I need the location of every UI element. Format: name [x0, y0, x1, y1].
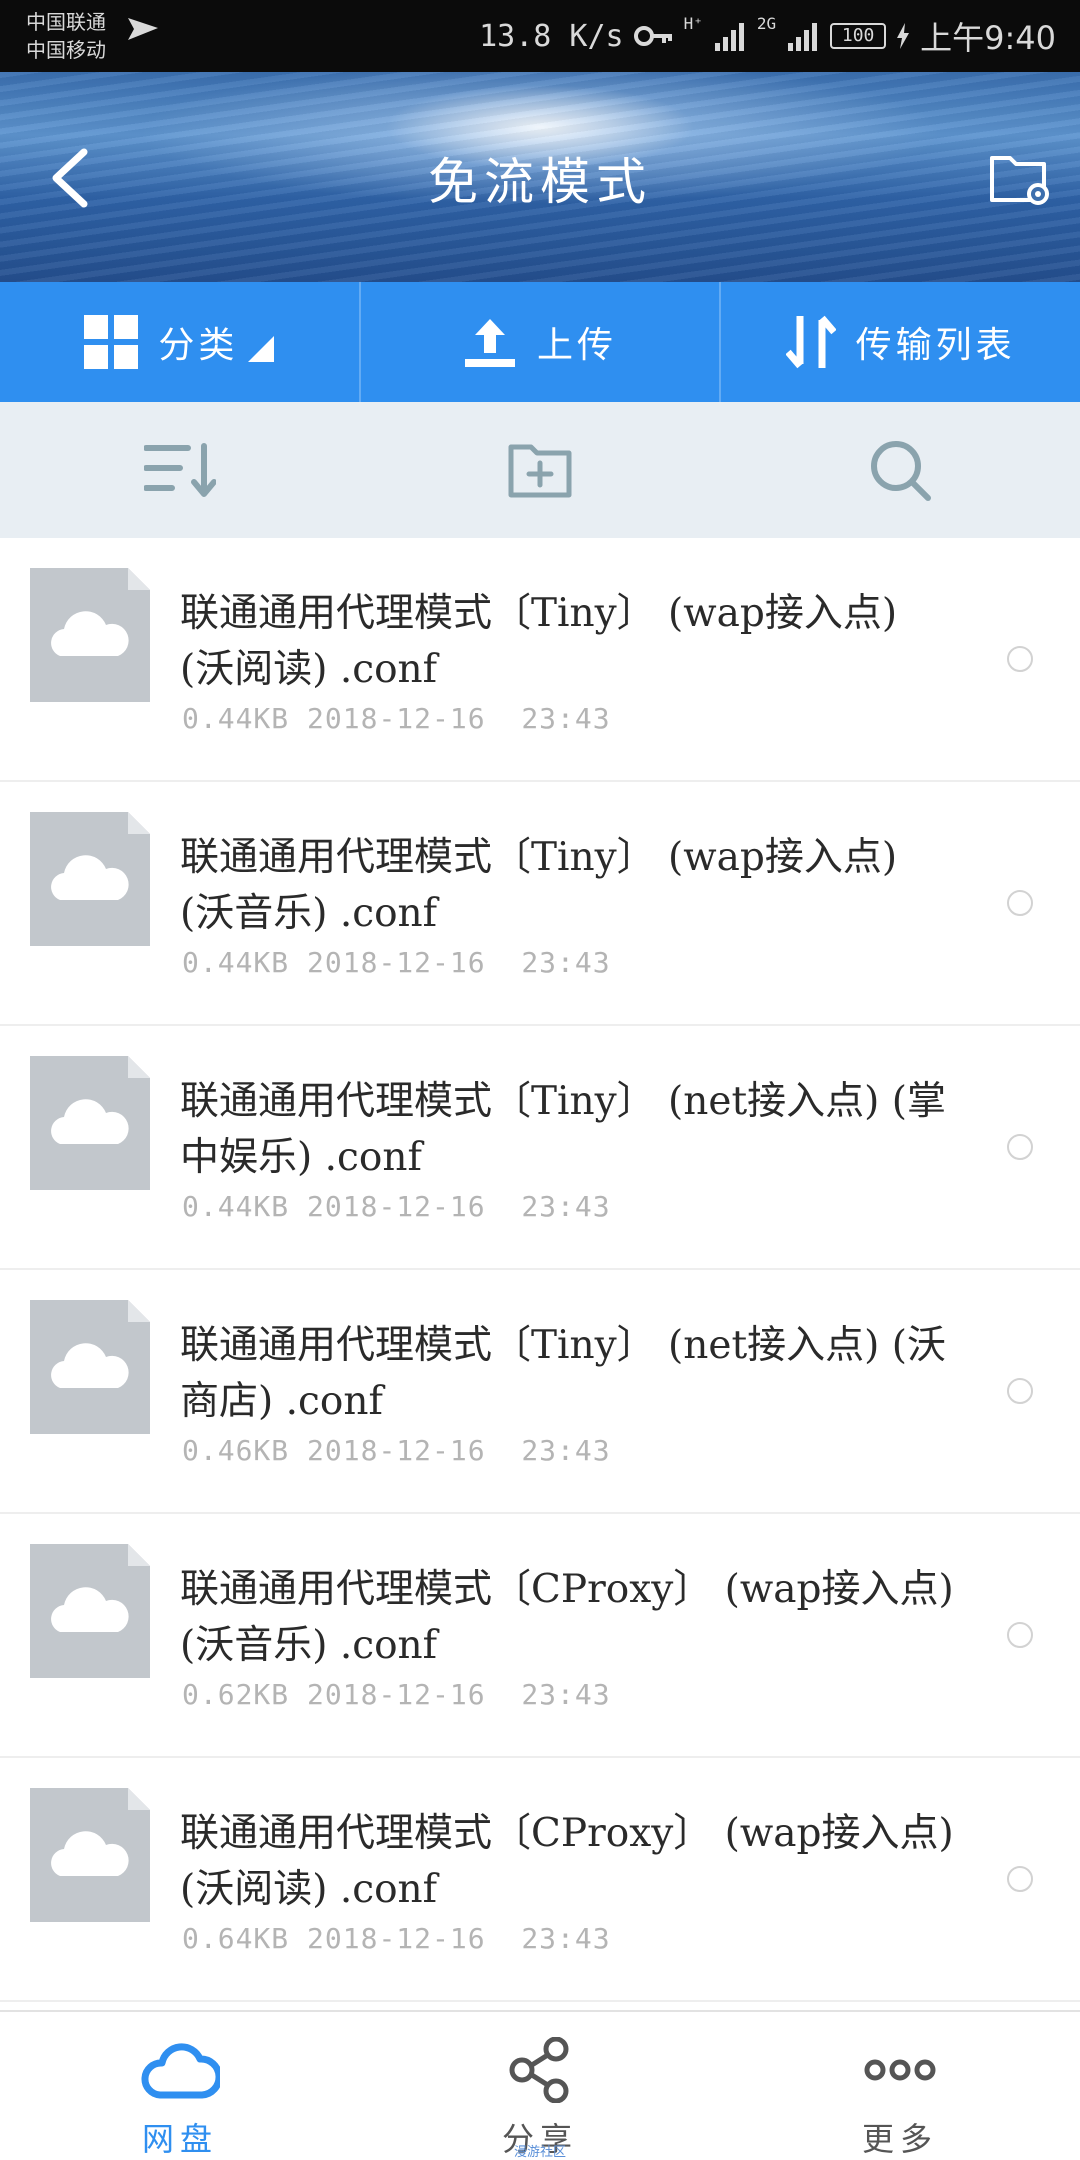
nav-disk-icon-wrap	[140, 2030, 220, 2110]
file-row[interactable]: 联通通用代理模式〔CProxy〕 (wap接入点) (沃阅读) .conf 0.…	[0, 1758, 1080, 2002]
file-name: 联通通用代理模式〔CProxy〕 (wap接入点) (沃阅读) .conf	[180, 1811, 954, 1912]
file-name: 联通通用代理模式〔Tiny〕 (wap接入点) (沃音乐) .conf	[180, 835, 898, 936]
battery-level: 100	[841, 25, 875, 46]
nav-more-label: 更多	[861, 2120, 938, 2158]
file-time: 23:43	[521, 946, 611, 979]
file-size: 0.62KB	[182, 1678, 290, 1711]
file-size: 0.44KB	[182, 946, 290, 979]
page-title: 免流模式	[428, 153, 652, 211]
network-type-1: H⁺	[683, 14, 703, 33]
grid-icon	[84, 315, 139, 369]
action-bar: 分类 上传 传输列表	[0, 282, 1080, 402]
more-dots-icon	[864, 2059, 936, 2081]
upload-label: 上传	[537, 325, 618, 366]
file-date: 2018-12-16	[307, 1190, 486, 1223]
file-meta: 0.62KB 2018-12-16 23:43	[182, 1678, 611, 1711]
send-arrow-icon	[128, 18, 158, 40]
clock: 上午9:40	[920, 19, 1056, 57]
file-date: 2018-12-16	[307, 946, 486, 979]
dropdown-corner-icon	[248, 336, 275, 362]
select-checkbox[interactable]	[1007, 1622, 1033, 1648]
select-checkbox[interactable]	[1007, 1866, 1033, 1892]
nav-disk[interactable]: 网盘	[0, 2012, 360, 2160]
file-date: 2018-12-16	[307, 702, 486, 735]
file-meta: 0.46KB 2018-12-16 23:43	[182, 1434, 611, 1467]
select-checkbox[interactable]	[1007, 646, 1033, 672]
network-speed: 13.8 K/s	[479, 18, 624, 54]
nav-more-icon-wrap	[864, 2030, 936, 2110]
category-label: 分类	[158, 325, 239, 366]
select-checkbox[interactable]	[1007, 890, 1033, 916]
file-row[interactable]: 联通通用代理模式〔Tiny〕 (net接入点) (掌中娱乐) .conf 0.4…	[0, 1026, 1080, 1270]
cloud-file-icon	[30, 1056, 150, 1190]
charging-bolt-icon	[897, 23, 910, 49]
nav-disk-label: 网盘	[141, 2120, 218, 2158]
sort-list-icon	[144, 443, 216, 497]
file-meta: 0.44KB 2018-12-16 23:43	[182, 946, 611, 979]
bottom-nav: 网盘 分享 漫游社区 更多	[0, 2010, 1080, 2160]
add-folder-icon	[508, 444, 572, 498]
watermark-text: 漫游社区	[513, 2145, 567, 2160]
file-name: 联通通用代理模式〔CProxy〕 (wap接入点) (沃音乐) .conf	[180, 1567, 954, 1668]
search-icon	[871, 441, 931, 501]
status-indicators: 13.8 K/s H⁺ 2G 100 上午9:40	[479, 14, 1056, 58]
file-date: 2018-12-16	[307, 1678, 486, 1711]
file-time: 23:43	[521, 1678, 611, 1711]
category-button[interactable]: 分类	[0, 282, 361, 402]
network-type-2: 2G	[756, 14, 777, 33]
carrier-info: 中国联通 中国移动	[26, 8, 106, 64]
sort-button[interactable]	[0, 402, 360, 538]
select-checkbox[interactable]	[1007, 1378, 1033, 1404]
cloud-file-icon	[30, 812, 150, 946]
file-meta: 0.44KB 2018-12-16 23:43	[182, 1190, 611, 1223]
file-size: 0.44KB	[182, 1190, 290, 1223]
header-banner: 免流模式	[0, 72, 1080, 282]
upload-button[interactable]: 上传	[361, 282, 722, 402]
cloud-icon	[141, 2043, 220, 2099]
carrier-2: 中国移动	[26, 38, 106, 62]
file-name: 联通通用代理模式〔Tiny〕 (net接入点) (掌中娱乐) .conf	[180, 1079, 946, 1180]
share-icon	[509, 2037, 569, 2103]
file-row[interactable]: 联通通用代理模式〔CProxy〕 (wap接入点) (沃音乐) .conf 0.…	[0, 1514, 1080, 1758]
carrier-1: 中国联通	[26, 10, 106, 34]
cloud-file-icon	[30, 1788, 150, 1922]
cloud-file-icon	[30, 568, 150, 702]
select-checkbox[interactable]	[1007, 1134, 1033, 1160]
transfer-list-button[interactable]: 传输列表	[721, 282, 1080, 402]
transfer-list-label: 传输列表	[855, 325, 1016, 366]
key-icon	[633, 26, 672, 46]
file-date: 2018-12-16	[307, 1434, 486, 1467]
file-date: 2018-12-16	[307, 1922, 486, 1955]
file-list: 联通通用代理模式〔Tiny〕 (wap接入点) (沃阅读) .conf 0.44…	[0, 538, 1080, 2002]
file-size: 0.44KB	[182, 702, 290, 735]
file-name: 联通通用代理模式〔Tiny〕 (net接入点) (沃商店) .conf	[180, 1323, 946, 1424]
file-time: 23:43	[521, 1922, 611, 1955]
file-time: 23:43	[521, 702, 611, 735]
nav-more[interactable]: 更多	[720, 2012, 1080, 2160]
status-bar: 中国联通 中国移动 13.8 K/s H⁺ 2G 100 上午9:40	[0, 0, 1080, 72]
cloud-file-icon	[30, 1544, 150, 1678]
signal-icon-2	[788, 23, 818, 51]
file-row[interactable]: 联通通用代理模式〔Tiny〕 (net接入点) (沃商店) .conf 0.46…	[0, 1270, 1080, 1514]
signal-icon-1	[714, 23, 744, 51]
file-row[interactable]: 联通通用代理模式〔Tiny〕 (wap接入点) (沃音乐) .conf 0.44…	[0, 782, 1080, 1026]
nav-share-icon-wrap	[508, 2030, 572, 2110]
file-time: 23:43	[521, 1434, 611, 1467]
battery-indicator: 100	[830, 23, 887, 49]
file-name: 联通通用代理模式〔Tiny〕 (wap接入点) (沃阅读) .conf	[180, 591, 898, 692]
folder-settings-icon[interactable]	[988, 148, 1052, 208]
file-row[interactable]: 联通通用代理模式〔Tiny〕 (wap接入点) (沃阅读) .conf 0.44…	[0, 538, 1080, 782]
new-folder-button[interactable]	[360, 402, 720, 538]
file-size: 0.64KB	[182, 1922, 290, 1955]
file-meta: 0.44KB 2018-12-16 23:43	[182, 702, 611, 735]
file-time: 23:43	[521, 1190, 611, 1223]
file-size: 0.46KB	[182, 1434, 290, 1467]
nav-share[interactable]: 分享 漫游社区	[360, 2012, 720, 2160]
cloud-file-icon	[30, 1300, 150, 1434]
upload-icon	[465, 319, 515, 367]
transfer-arrows-icon	[785, 315, 836, 369]
search-button[interactable]	[720, 402, 1080, 538]
tool-bar	[0, 402, 1080, 538]
file-meta: 0.64KB 2018-12-16 23:43	[182, 1922, 611, 1955]
